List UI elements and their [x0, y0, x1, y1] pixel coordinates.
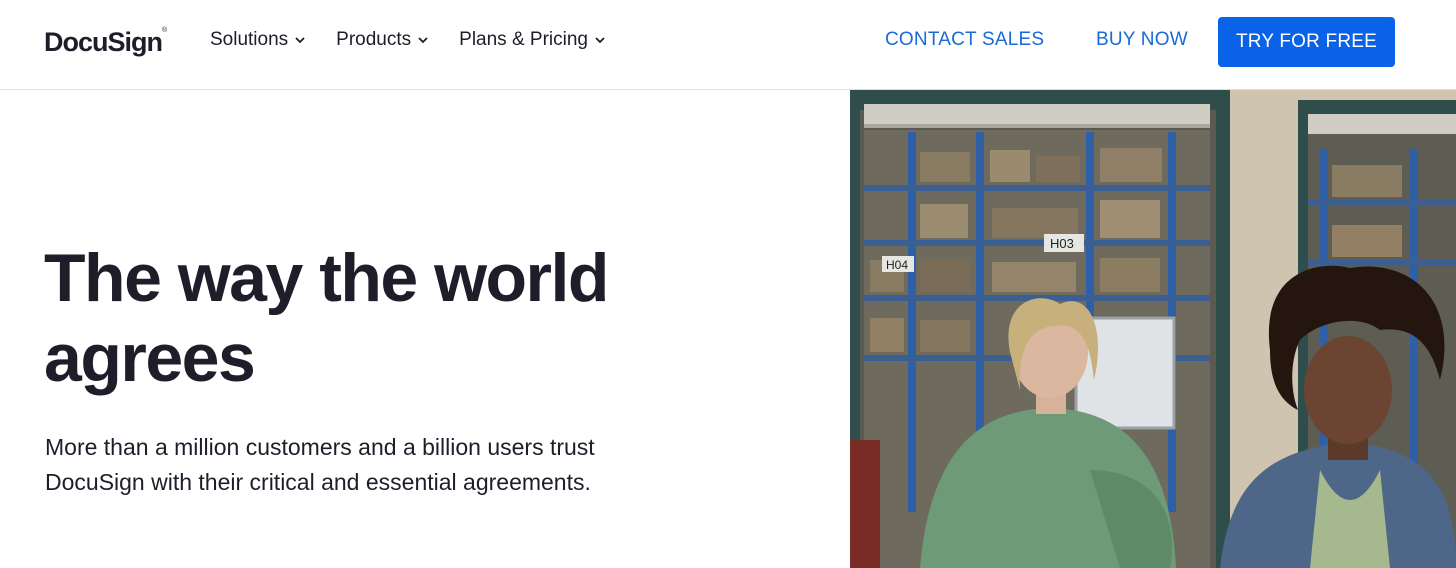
- nav-products[interactable]: Products: [336, 29, 429, 51]
- docusign-logo[interactable]: DocuSign®: [44, 27, 167, 58]
- hero-title-line1: The way the world: [44, 240, 609, 316]
- chevron-down-icon: [595, 37, 605, 44]
- hero-title-line2: agrees: [44, 320, 256, 396]
- hero-photo: H03 H04: [850, 90, 1456, 568]
- hero-title: The way the world agrees: [44, 238, 664, 398]
- chevron-down-icon: [295, 37, 305, 44]
- nav-products-label: Products: [336, 29, 412, 50]
- nav-plans-pricing-label: Plans & Pricing: [459, 29, 588, 50]
- hero-subtitle-line2: DocuSign with their critical and essenti…: [45, 469, 591, 495]
- main-nav: Solutions Products Plans & Pricing: [210, 0, 636, 80]
- chevron-down-icon: [418, 37, 428, 44]
- shelf-tag-h03: H03: [1050, 236, 1074, 251]
- site-header: DocuSign® Solutions Products Plans & Pri…: [0, 0, 1456, 90]
- two-women-warehouse-photo-icon: H03 H04: [850, 90, 1456, 568]
- hero-subtitle-line1: More than a million customers and a bill…: [45, 434, 595, 460]
- hero-subtitle: More than a million customers and a bill…: [45, 430, 685, 500]
- nav-solutions-label: Solutions: [210, 29, 289, 50]
- buy-now-link[interactable]: BUY NOW: [1096, 29, 1188, 51]
- contact-sales-link[interactable]: CONTACT SALES: [885, 29, 1044, 51]
- try-for-free-button[interactable]: TRY FOR FREE: [1218, 17, 1395, 67]
- shelf-tag-h04: H04: [886, 258, 908, 272]
- nav-plans-pricing[interactable]: Plans & Pricing: [459, 29, 606, 51]
- nav-solutions[interactable]: Solutions: [210, 29, 306, 51]
